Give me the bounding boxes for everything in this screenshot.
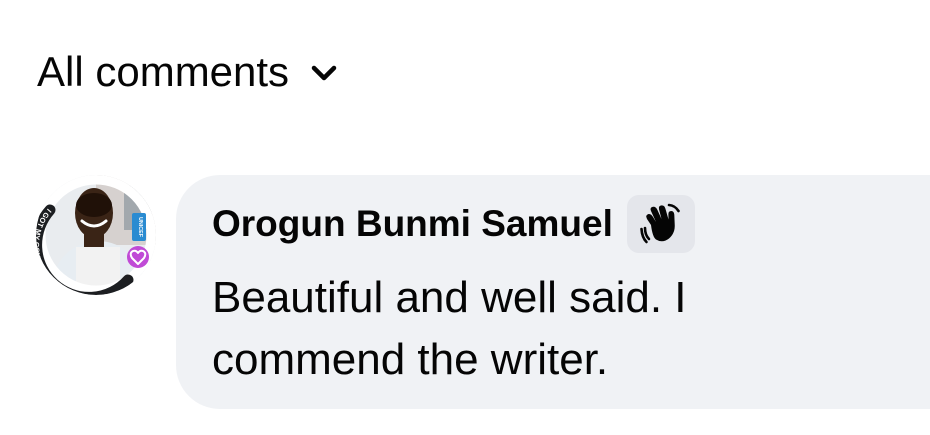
- comment-bubble: Orogun Bunmi Samuel Beautiful and well s…: [176, 175, 930, 409]
- comment-text-line: commend the writer.: [212, 335, 609, 384]
- waving-hand-icon: [640, 203, 680, 244]
- avatar-image: I GOT MY COVID-19 VACCINE UNICEF: [36, 175, 156, 295]
- comment-text-line: Beautiful and well said. I: [212, 273, 687, 322]
- waving-hand-badge[interactable]: [626, 195, 695, 253]
- frame-tag: UNICEF: [137, 217, 143, 238]
- avatar[interactable]: I GOT MY COVID-19 VACCINE UNICEF: [36, 175, 156, 295]
- comment-header: Orogun Bunmi Samuel: [212, 195, 695, 253]
- comment-text: Beautiful and well said. I commend the w…: [212, 267, 812, 391]
- chevron-down-icon: [311, 65, 337, 81]
- comments-filter-label: All comments: [37, 48, 290, 95]
- comment-author[interactable]: Orogun Bunmi Samuel: [212, 199, 613, 249]
- comments-filter-dropdown[interactable]: All comments: [37, 46, 337, 98]
